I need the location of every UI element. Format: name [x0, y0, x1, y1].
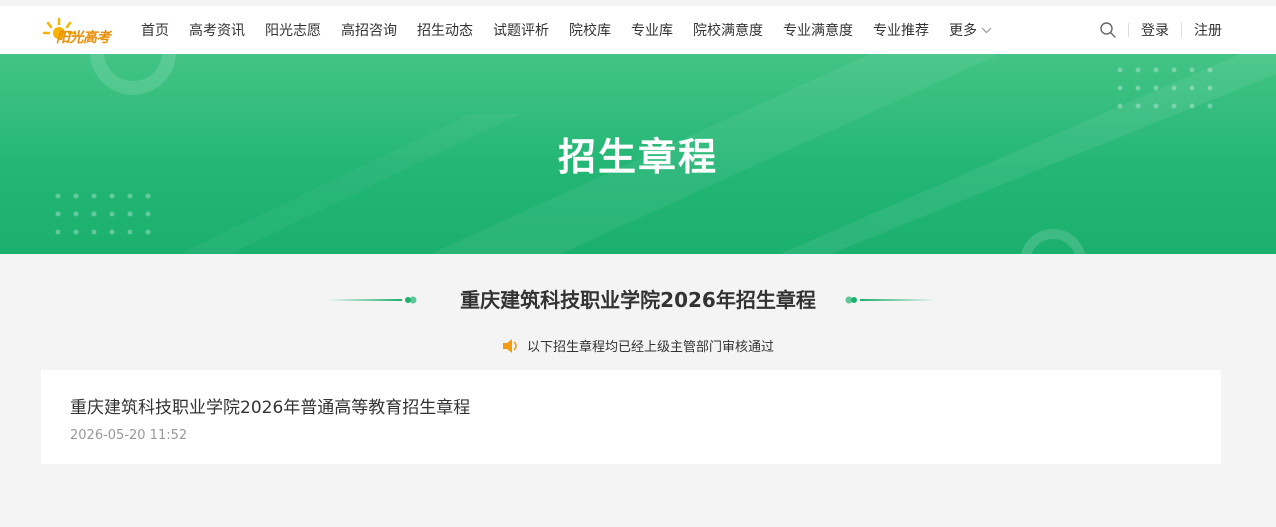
nav-school-satisfaction[interactable]: 院校满意度 [693, 20, 763, 40]
nav-exam-review[interactable]: 试题评析 [493, 20, 549, 40]
nav-more-label: 更多 [949, 23, 977, 39]
nav-school-db[interactable]: 院校库 [569, 20, 611, 40]
site-logo[interactable]: 阳光高考 [42, 14, 122, 48]
logo-text: 阳光高考 [56, 30, 111, 46]
header-tools: 登录 注册 [1100, 6, 1222, 54]
search-icon[interactable] [1100, 22, 1116, 38]
nav-news[interactable]: 高考资讯 [189, 20, 245, 40]
chevron-down-icon [981, 27, 992, 33]
list-item[interactable]: 重庆建筑科技职业学院2026年普通高等教育招生章程 2026-05-20 11:… [41, 370, 1221, 464]
nav-major-satisfaction[interactable]: 专业满意度 [783, 20, 853, 40]
nav-admission-news[interactable]: 招生动态 [417, 20, 473, 40]
divider [1181, 23, 1182, 37]
nav-more[interactable]: 更多 [949, 20, 992, 40]
nav-volunteer[interactable]: 阳光志愿 [265, 20, 321, 40]
nav-major-db[interactable]: 专业库 [631, 20, 673, 40]
item-date: 2026-05-20 11:52 [70, 428, 188, 443]
nav-consult[interactable]: 高招咨询 [341, 20, 397, 40]
title-right-decoration [845, 296, 936, 304]
main-content: 重庆建筑科技职业学院2026年招生章程 以下招生章程均已经上级主管部门审核通过 … [0, 254, 1276, 527]
item-title[interactable]: 重庆建筑科技职业学院2026年普通高等教育招生章程 [70, 393, 470, 418]
register-link[interactable]: 注册 [1194, 20, 1222, 40]
nav-home[interactable]: 首页 [141, 20, 169, 40]
page-banner: 招生章程 [0, 54, 1276, 254]
page-title: 招生章程 [557, 135, 718, 179]
site-header: 阳光高考 首页 高考资讯 阳光志愿 高招咨询 招生动态 试题评析 院校库 专业库… [0, 6, 1276, 54]
login-link[interactable]: 登录 [1141, 20, 1169, 40]
nav-major-recommend[interactable]: 专业推荐 [873, 20, 929, 40]
main-nav: 首页 高考资讯 阳光志愿 高招咨询 招生动态 试题评析 院校库 专业库 院校满意… [141, 6, 1012, 54]
divider [1128, 23, 1129, 37]
section-title: 重庆建筑科技职业学院2026年招生章程 [460, 288, 816, 312]
review-notice: 以下招生章程均已经上级主管部门审核通过 [0, 336, 1276, 355]
notice-text: 以下招生章程均已经上级主管部门审核通过 [526, 340, 774, 355]
speaker-icon [502, 338, 517, 353]
